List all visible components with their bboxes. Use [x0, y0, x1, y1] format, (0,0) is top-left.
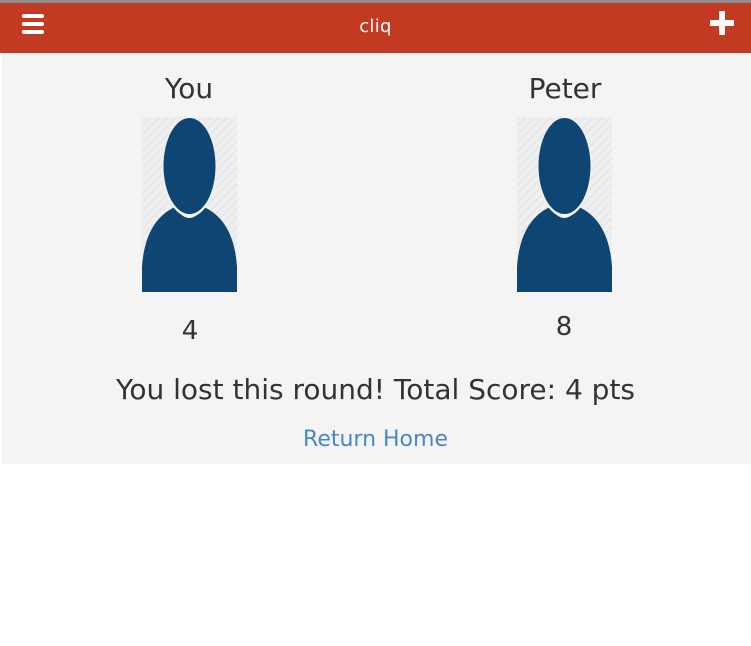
player-score-you: 4 — [181, 316, 199, 346]
player-score-opponent: 8 — [555, 312, 573, 342]
plus-icon[interactable] — [710, 11, 734, 35]
return-home-link[interactable]: Return Home — [0, 427, 751, 452]
player-avatar-icon — [142, 117, 237, 292]
navbar: cliq — [0, 3, 751, 53]
opponent-avatar-icon — [517, 117, 612, 292]
app-title: cliq — [359, 16, 392, 37]
round-result-message: You lost this round! Total Score: 4 pts — [115, 373, 636, 406]
player-name-opponent: Peter — [528, 72, 602, 105]
player-name-you: You — [164, 72, 214, 105]
